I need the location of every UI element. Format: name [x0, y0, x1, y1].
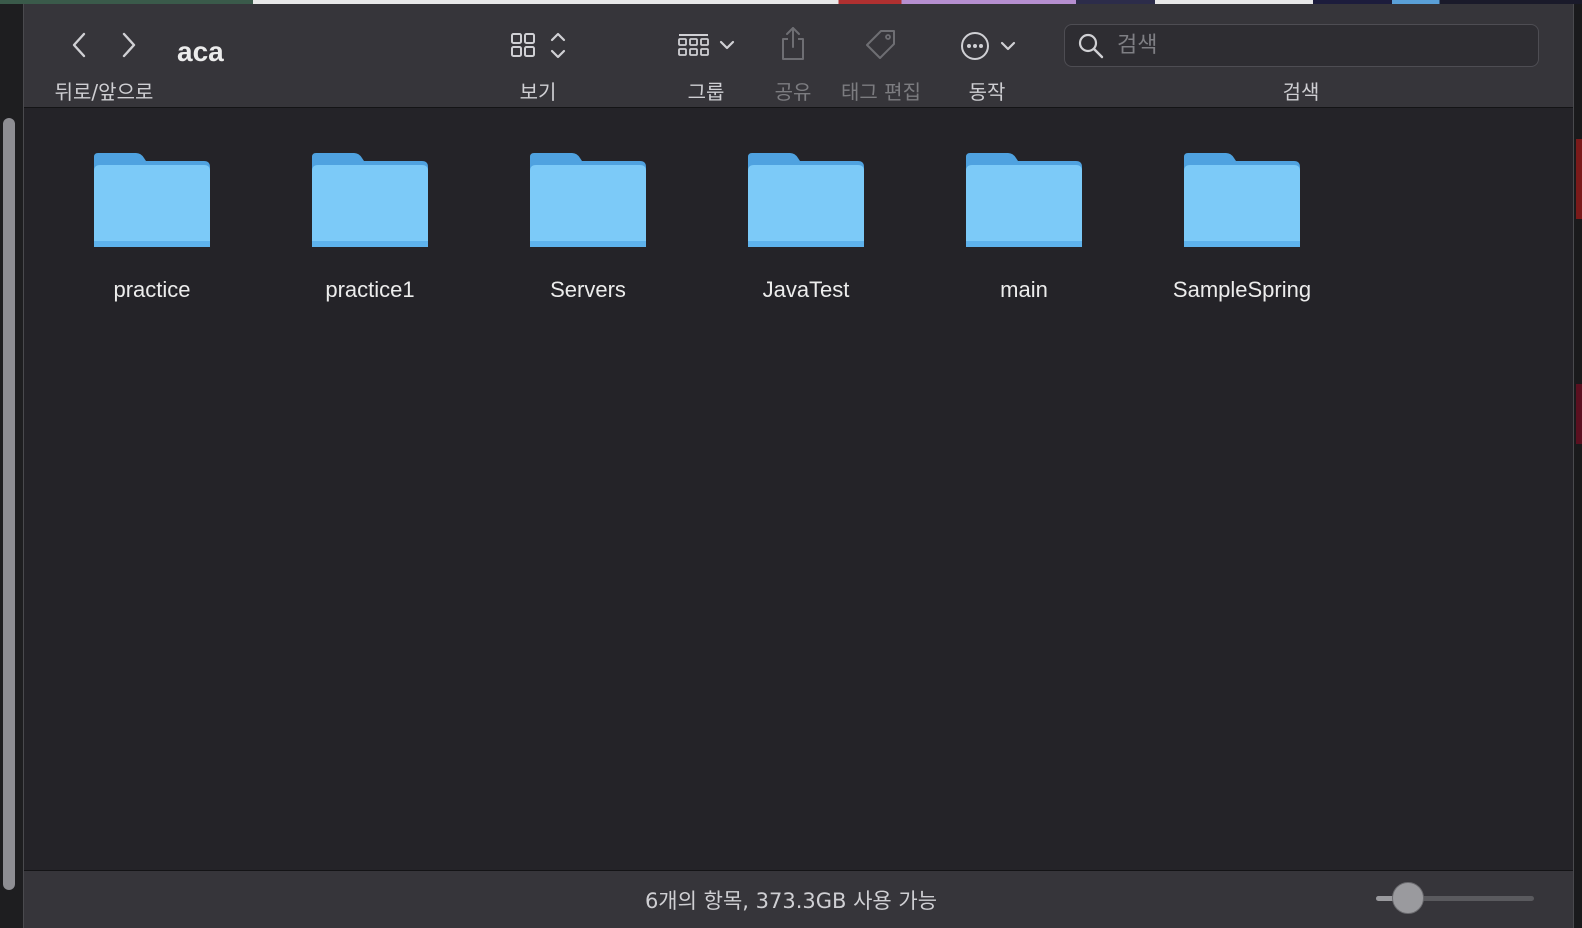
toolbar: 뒤로/앞으로 aca 보기 그룹 공유 태그 편집 동작 검색 검색 — [24, 4, 1573, 108]
view-label: 보기 — [519, 80, 557, 104]
window-title: aca — [177, 36, 224, 67]
group-icon — [678, 34, 735, 56]
folder-item[interactable]: main — [924, 149, 1124, 319]
icon-grid-view-icon — [511, 32, 566, 59]
folder-icon — [1184, 153, 1300, 247]
slider-knob[interactable] — [1391, 882, 1424, 914]
view-button[interactable] — [507, 28, 569, 64]
back-button[interactable] — [64, 26, 94, 64]
folder-icon — [530, 153, 646, 247]
scrollbar-thumb[interactable] — [3, 118, 15, 890]
share-icon — [782, 27, 804, 60]
folder-item[interactable]: Servers — [488, 149, 688, 319]
folder-name: JavaTest — [762, 277, 850, 302]
folder-icon — [312, 153, 428, 247]
nav-label: 뒤로/앞으로 — [54, 80, 154, 104]
folder-item[interactable]: JavaTest — [706, 149, 906, 319]
action-label: 동작 — [968, 80, 1006, 104]
search-input[interactable] — [1115, 29, 1525, 62]
background-window-edge — [1574, 4, 1582, 928]
search-label: 검색 — [1282, 80, 1320, 104]
edit-tags-button[interactable] — [862, 26, 900, 64]
chevron-right-icon — [122, 32, 136, 58]
folder-name: Servers — [550, 277, 626, 302]
finder-window: 뒤로/앞으로 aca 보기 그룹 공유 태그 편집 동작 검색 검색 pract… — [23, 4, 1574, 928]
folder-name: practice1 — [325, 277, 415, 302]
folder-item[interactable]: SampleSpring — [1142, 149, 1342, 319]
tag-icon — [866, 30, 895, 59]
action-button[interactable] — [958, 28, 1022, 64]
folder-item[interactable]: practice1 — [270, 149, 470, 319]
folder-icon — [966, 153, 1082, 247]
folder-name: main — [1000, 277, 1048, 302]
share-button[interactable] — [776, 24, 810, 64]
chevron-left-icon — [72, 32, 86, 58]
search-field[interactable] — [1064, 24, 1539, 67]
file-grid: practice practice1 Servers JavaTest main… — [24, 109, 1573, 871]
status-bar: 6개의 항목, 373.3GB 사용 가능 — [24, 870, 1573, 928]
background-window-scrollbar[interactable] — [0, 4, 23, 928]
folder-item[interactable]: practice — [52, 149, 252, 319]
folder-name: SampleSpring — [1172, 277, 1312, 302]
share-label: 공유 — [774, 80, 812, 104]
status-text: 6개의 항목, 373.3GB 사용 가능 — [644, 889, 938, 913]
forward-button[interactable] — [114, 26, 144, 64]
folder-icon — [748, 153, 864, 247]
folder-icon — [94, 153, 210, 247]
tags-label: 태그 편집 — [841, 80, 921, 104]
group-label: 그룹 — [687, 80, 725, 104]
background-window-fragment — [1576, 384, 1582, 444]
background-window-fragment — [1576, 139, 1582, 219]
folder-name: practice — [113, 277, 191, 302]
search-icon — [1078, 33, 1104, 59]
ellipsis-circle-icon — [961, 32, 1016, 60]
group-button[interactable] — [674, 28, 740, 64]
